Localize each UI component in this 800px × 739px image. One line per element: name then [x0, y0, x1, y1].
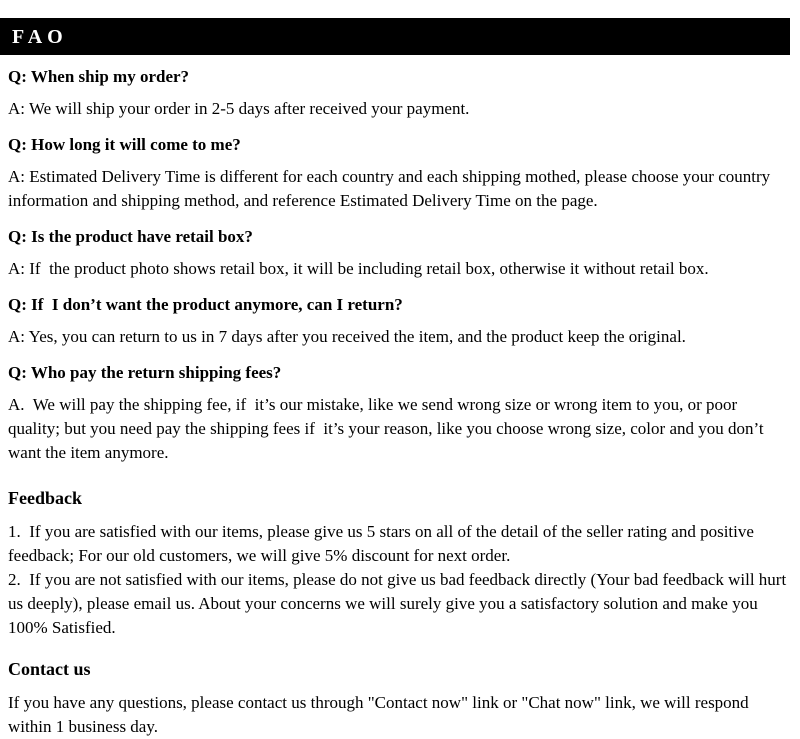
- faq-item: Q: Is the product have retail box? A: If…: [8, 226, 788, 281]
- feedback-heading: Feedback: [8, 488, 82, 508]
- feedback-item: 2. If you are not satisfied with our ite…: [8, 570, 791, 637]
- faq-question: Q: Is the product have retail box?: [8, 227, 253, 246]
- faq-content: Q: When ship my order? A: We will ship y…: [8, 66, 788, 739]
- faq-question: Q: Who pay the return shipping fees?: [8, 363, 282, 382]
- faq-page: FAO Q: When ship my order? A: We will sh…: [0, 0, 800, 736]
- contact-text: If you have any questions, please contac…: [8, 693, 753, 736]
- feedback-item: 1. If you are satisfied with our items, …: [8, 522, 759, 565]
- contact-section: Contact us If you have any questions, pl…: [8, 658, 788, 739]
- faq-item: Q: When ship my order? A: We will ship y…: [8, 66, 788, 121]
- faq-question: Q: How long it will come to me?: [8, 135, 241, 154]
- faq-answer: A. We will pay the shipping fee, if it’s…: [8, 395, 768, 462]
- contact-heading: Contact us: [8, 659, 91, 679]
- faq-answer: A: Estimated Delivery Time is different …: [8, 167, 775, 210]
- feedback-section: Feedback 1. If you are satisfied with ou…: [8, 487, 788, 640]
- faq-item: Q: How long it will come to me? A: Estim…: [8, 134, 788, 213]
- faq-banner: FAO: [0, 18, 790, 55]
- faq-answer: A: Yes, you can return to us in 7 days a…: [8, 327, 686, 346]
- faq-answer: A: If the product photo shows retail box…: [8, 259, 709, 278]
- faq-question: Q: When ship my order?: [8, 67, 190, 86]
- faq-banner-title: FAO: [12, 25, 68, 48]
- faq-question: Q: If I don’t want the product anymore, …: [8, 295, 403, 314]
- faq-answer: A: We will ship your order in 2-5 days a…: [8, 99, 470, 118]
- faq-item: Q: Who pay the return shipping fees? A. …: [8, 362, 788, 465]
- faq-item: Q: If I don’t want the product anymore, …: [8, 294, 788, 349]
